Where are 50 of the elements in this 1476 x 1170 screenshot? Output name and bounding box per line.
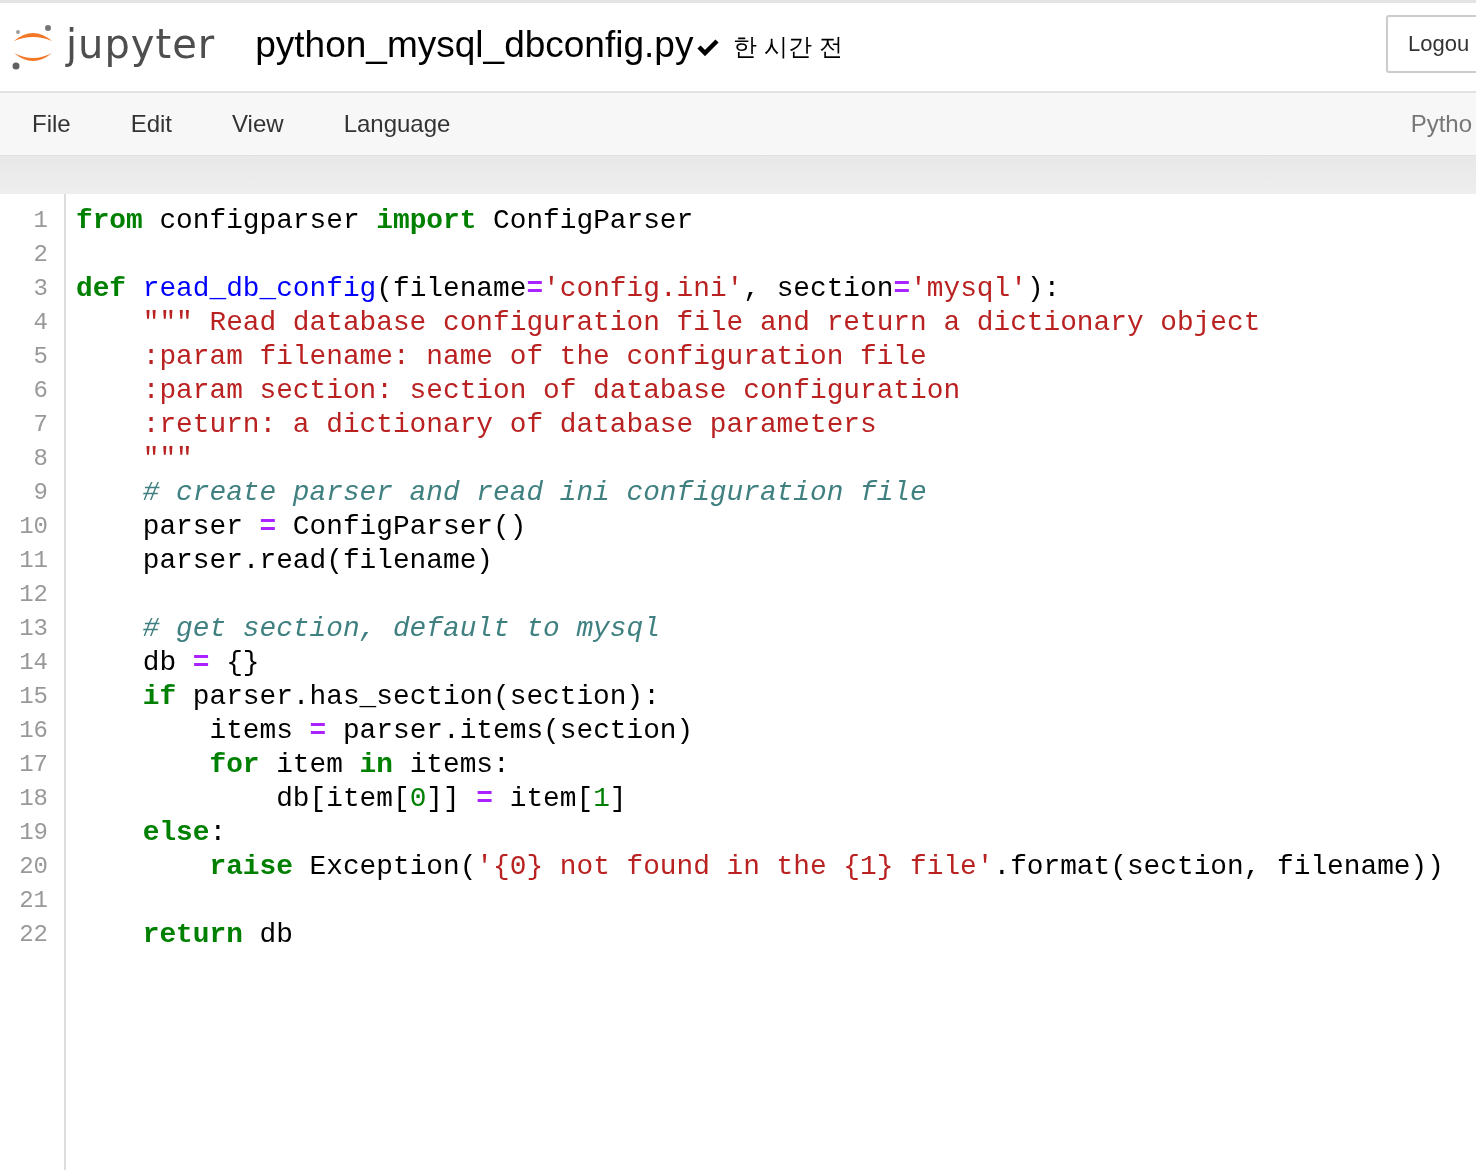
code-line: from configparser import ConfigParser (76, 205, 694, 236)
line-number: 14 (19, 648, 48, 678)
line-number: 16 (19, 716, 48, 746)
line-number: 18 (19, 784, 48, 814)
menu-item[interactable]: File (32, 110, 71, 138)
line-number: 15 (19, 682, 48, 712)
line-number: 2 (33, 240, 48, 270)
line-number: 10 (19, 512, 48, 542)
line-number: 3 (33, 274, 48, 304)
code-line: parser.read(filename) (141, 545, 494, 576)
line-number: 11 (19, 546, 48, 576)
menu-item[interactable]: Language (343, 110, 451, 138)
line-number: 20 (19, 852, 48, 882)
line-number: 21 (19, 886, 48, 916)
code-line: # get section, default to mysql (141, 613, 660, 644)
code-line: """ (141, 443, 193, 474)
code-line: items = parser.items(section) (208, 715, 694, 746)
line-number: 6 (33, 376, 48, 406)
menu-item[interactable]: View (232, 110, 284, 138)
line-number: 7 (33, 410, 48, 440)
logout-button[interactable]: Logou (1386, 15, 1476, 73)
line-number: 4 (33, 308, 48, 338)
code-line: db[item[0]] = item[1] (275, 783, 627, 814)
line-number: 9 (33, 478, 48, 508)
code-line: # create parser and read ini configuration file (141, 477, 927, 508)
code-line: for item in items: (208, 749, 510, 780)
code-line: raise Exception('{0} not found in the {1} file'.format(section, filename)) (208, 851, 1444, 882)
line-number: 17 (19, 750, 48, 780)
code-line: """ Read database configuration file and return a dictionary object (141, 307, 1261, 338)
code-line: if parser.has_section(section): (141, 681, 660, 712)
code-line: else: (141, 817, 227, 848)
code-line: def read_db_config(filename='config.ini', section='mysql'): (76, 273, 1061, 304)
line-number: 13 (19, 614, 48, 644)
kernel-name: Pytho (1410, 110, 1472, 138)
menu-item[interactable]: Edit (130, 110, 173, 138)
line-number: 22 (19, 920, 48, 950)
last-saved-time: 한 시간 전 (733, 32, 843, 62)
logo-text[interactable]: jupyter (66, 21, 216, 67)
code-line: return db (141, 919, 293, 950)
line-number: 12 (19, 580, 48, 610)
file-name[interactable]: python_mysql_dbconfig.py (255, 24, 694, 66)
code-line: db = {} (141, 647, 260, 678)
line-number: 8 (33, 444, 48, 474)
line-number: 5 (33, 342, 48, 372)
line-number: 1 (33, 206, 48, 236)
code-line: parser = ConfigParser() (141, 511, 527, 542)
code-line: :param filename: name of the configuration file (141, 341, 927, 372)
line-number: 19 (19, 818, 48, 848)
code-line: :return: a dictionary of database parameters (141, 409, 877, 440)
code-line: :param section: section of database configuration (141, 375, 961, 406)
